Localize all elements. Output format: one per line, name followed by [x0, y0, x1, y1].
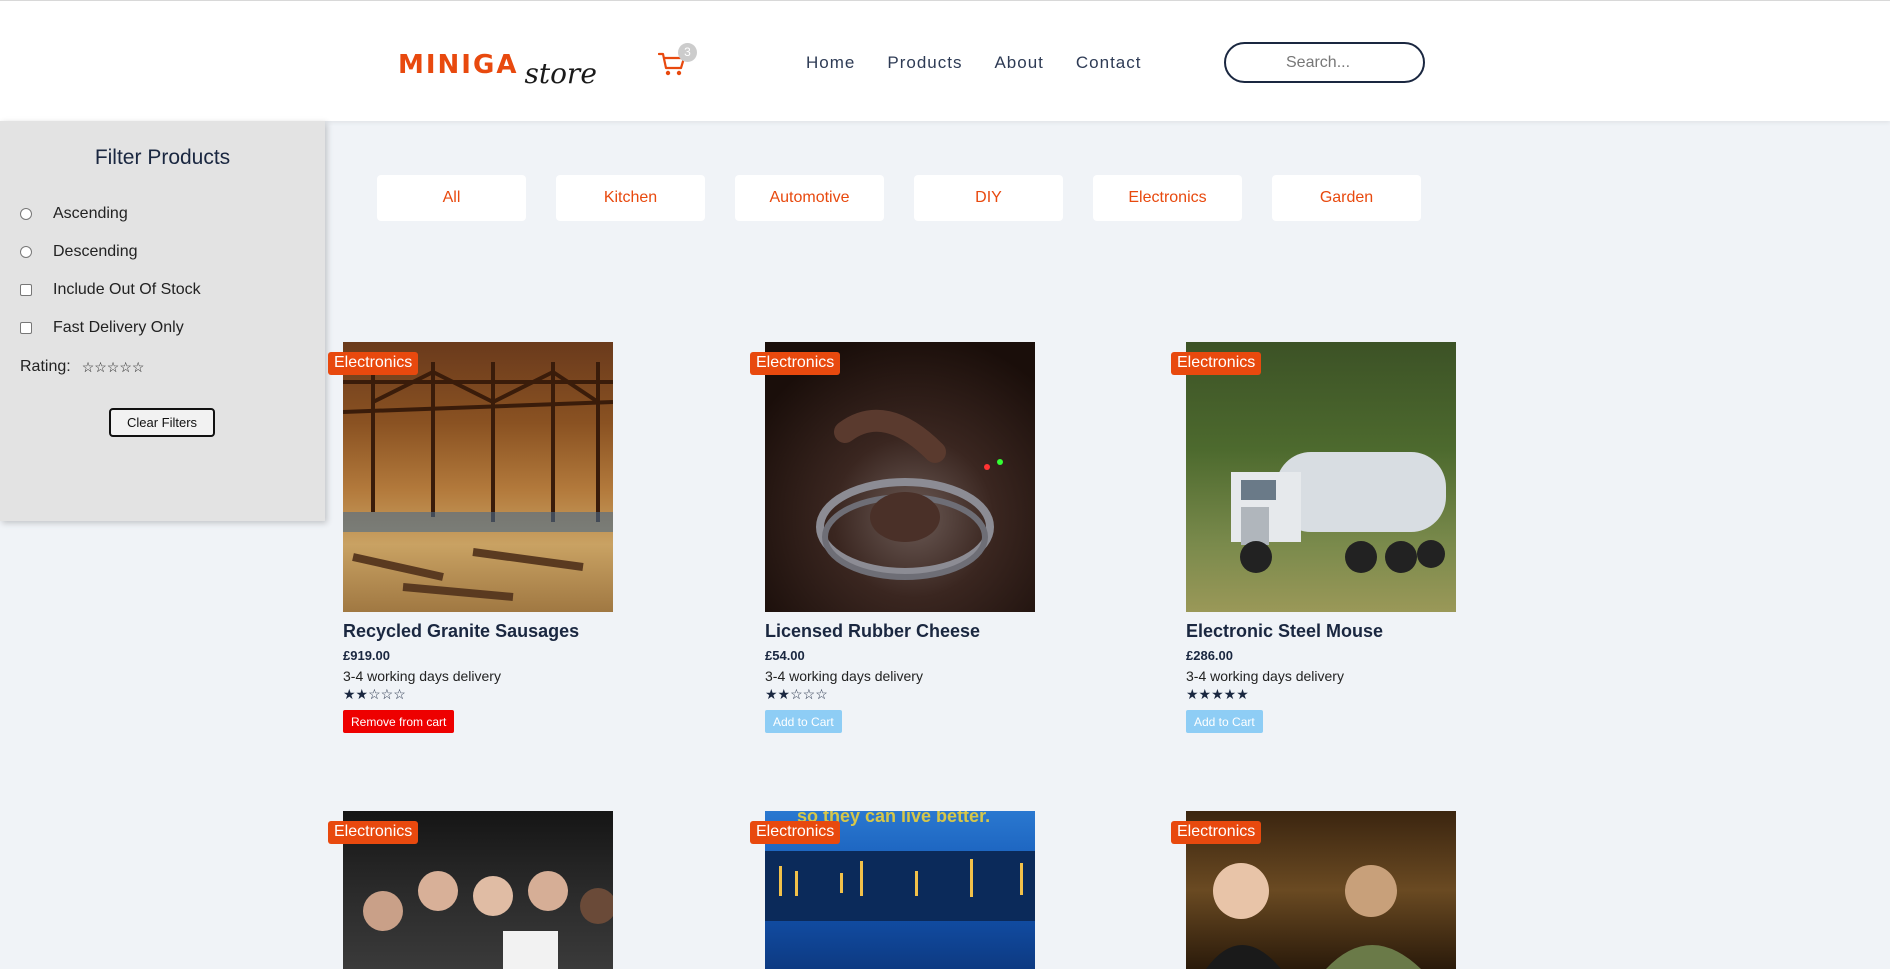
product-rating-stars: ★★★★★: [1186, 686, 1249, 702]
category-badge: Electronics: [750, 352, 841, 375]
out-of-stock-label: Include Out Of Stock: [53, 281, 201, 298]
delivery-info: 3-4 working days delivery: [765, 668, 923, 684]
rating-label: Rating:: [20, 358, 71, 375]
site-header: MINIGA store 3 Home Products About Conta…: [0, 0, 1890, 121]
add-to-cart-button[interactable]: Add to Cart: [765, 710, 842, 733]
product-rating-stars: ★★☆☆☆: [765, 686, 828, 702]
cart-count-badge: 3: [678, 43, 697, 62]
logo-main-text: MINIGA: [398, 50, 519, 80]
nav-contact[interactable]: Contact: [1076, 53, 1142, 73]
filter-sidebar: Filter Products Ascending Descending Inc…: [0, 121, 325, 521]
remove-from-cart-button[interactable]: Remove from cart: [343, 710, 455, 733]
descending-label: Descending: [53, 243, 138, 260]
product-price: £919.00: [343, 648, 390, 663]
delivery-info: 3-4 working days delivery: [1186, 668, 1344, 684]
rings-illustration: [816, 409, 1003, 580]
ascending-label: Ascending: [53, 205, 128, 222]
nav-products[interactable]: Products: [887, 53, 962, 73]
fast-delivery-label: Fast Delivery Only: [53, 319, 184, 336]
rating-filter: Rating: ☆☆☆☆☆: [20, 358, 144, 376]
add-to-cart-button[interactable]: Add to Cart: [1186, 710, 1263, 733]
tab-electronics[interactable]: Electronics: [1093, 175, 1242, 221]
tab-all[interactable]: All: [377, 175, 526, 221]
logo-sub-text: store: [524, 57, 597, 90]
nav-about[interactable]: About: [994, 53, 1043, 73]
category-tabs: All Kitchen Automotive DIY Electronics G…: [377, 175, 1421, 221]
fast-delivery-checkbox[interactable]: [20, 322, 32, 334]
filter-descending[interactable]: Descending: [20, 243, 138, 261]
product-price: £54.00: [765, 648, 805, 663]
main-nav: Home Products About Contact: [806, 53, 1141, 73]
product-name[interactable]: Electronic Steel Mouse: [1186, 621, 1383, 642]
category-badge: Electronics: [1171, 821, 1262, 844]
product-name[interactable]: Recycled Granite Sausages: [343, 621, 579, 642]
filter-fast-delivery[interactable]: Fast Delivery Only: [20, 319, 184, 337]
ascending-radio[interactable]: [20, 208, 32, 220]
product-image[interactable]: [765, 342, 1035, 612]
filter-ascending[interactable]: Ascending: [20, 205, 128, 223]
nav-home[interactable]: Home: [806, 53, 855, 73]
descending-radio[interactable]: [20, 246, 32, 258]
product-image[interactable]: [343, 342, 613, 612]
filter-out-of-stock[interactable]: Include Out Of Stock: [20, 281, 201, 299]
tab-kitchen[interactable]: Kitchen: [556, 175, 705, 221]
product-rating-stars: ★★☆☆☆: [343, 686, 406, 702]
category-badge: Electronics: [750, 821, 841, 844]
out-of-stock-checkbox[interactable]: [20, 284, 32, 296]
tab-garden[interactable]: Garden: [1272, 175, 1421, 221]
product-price: £286.00: [1186, 648, 1233, 663]
delivery-info: 3-4 working days delivery: [343, 668, 501, 684]
filter-title: Filter Products: [94, 146, 231, 169]
product-name[interactable]: Licensed Rubber Cheese: [765, 621, 980, 642]
truck-illustration: [1231, 452, 1446, 573]
category-badge: Electronics: [328, 821, 419, 844]
product-image[interactable]: [1186, 342, 1456, 612]
category-badge: Electronics: [1171, 352, 1262, 375]
search-input[interactable]: [1224, 42, 1425, 83]
tab-automotive[interactable]: Automotive: [735, 175, 884, 221]
clear-filters-button[interactable]: Clear Filters: [109, 408, 215, 437]
store-logo[interactable]: MINIGA store: [398, 47, 597, 90]
tab-diy[interactable]: DIY: [914, 175, 1063, 221]
category-badge: Electronics: [328, 352, 419, 375]
rating-stars[interactable]: ☆☆☆☆☆: [82, 359, 145, 376]
warehouse-illustration: [343, 362, 613, 601]
